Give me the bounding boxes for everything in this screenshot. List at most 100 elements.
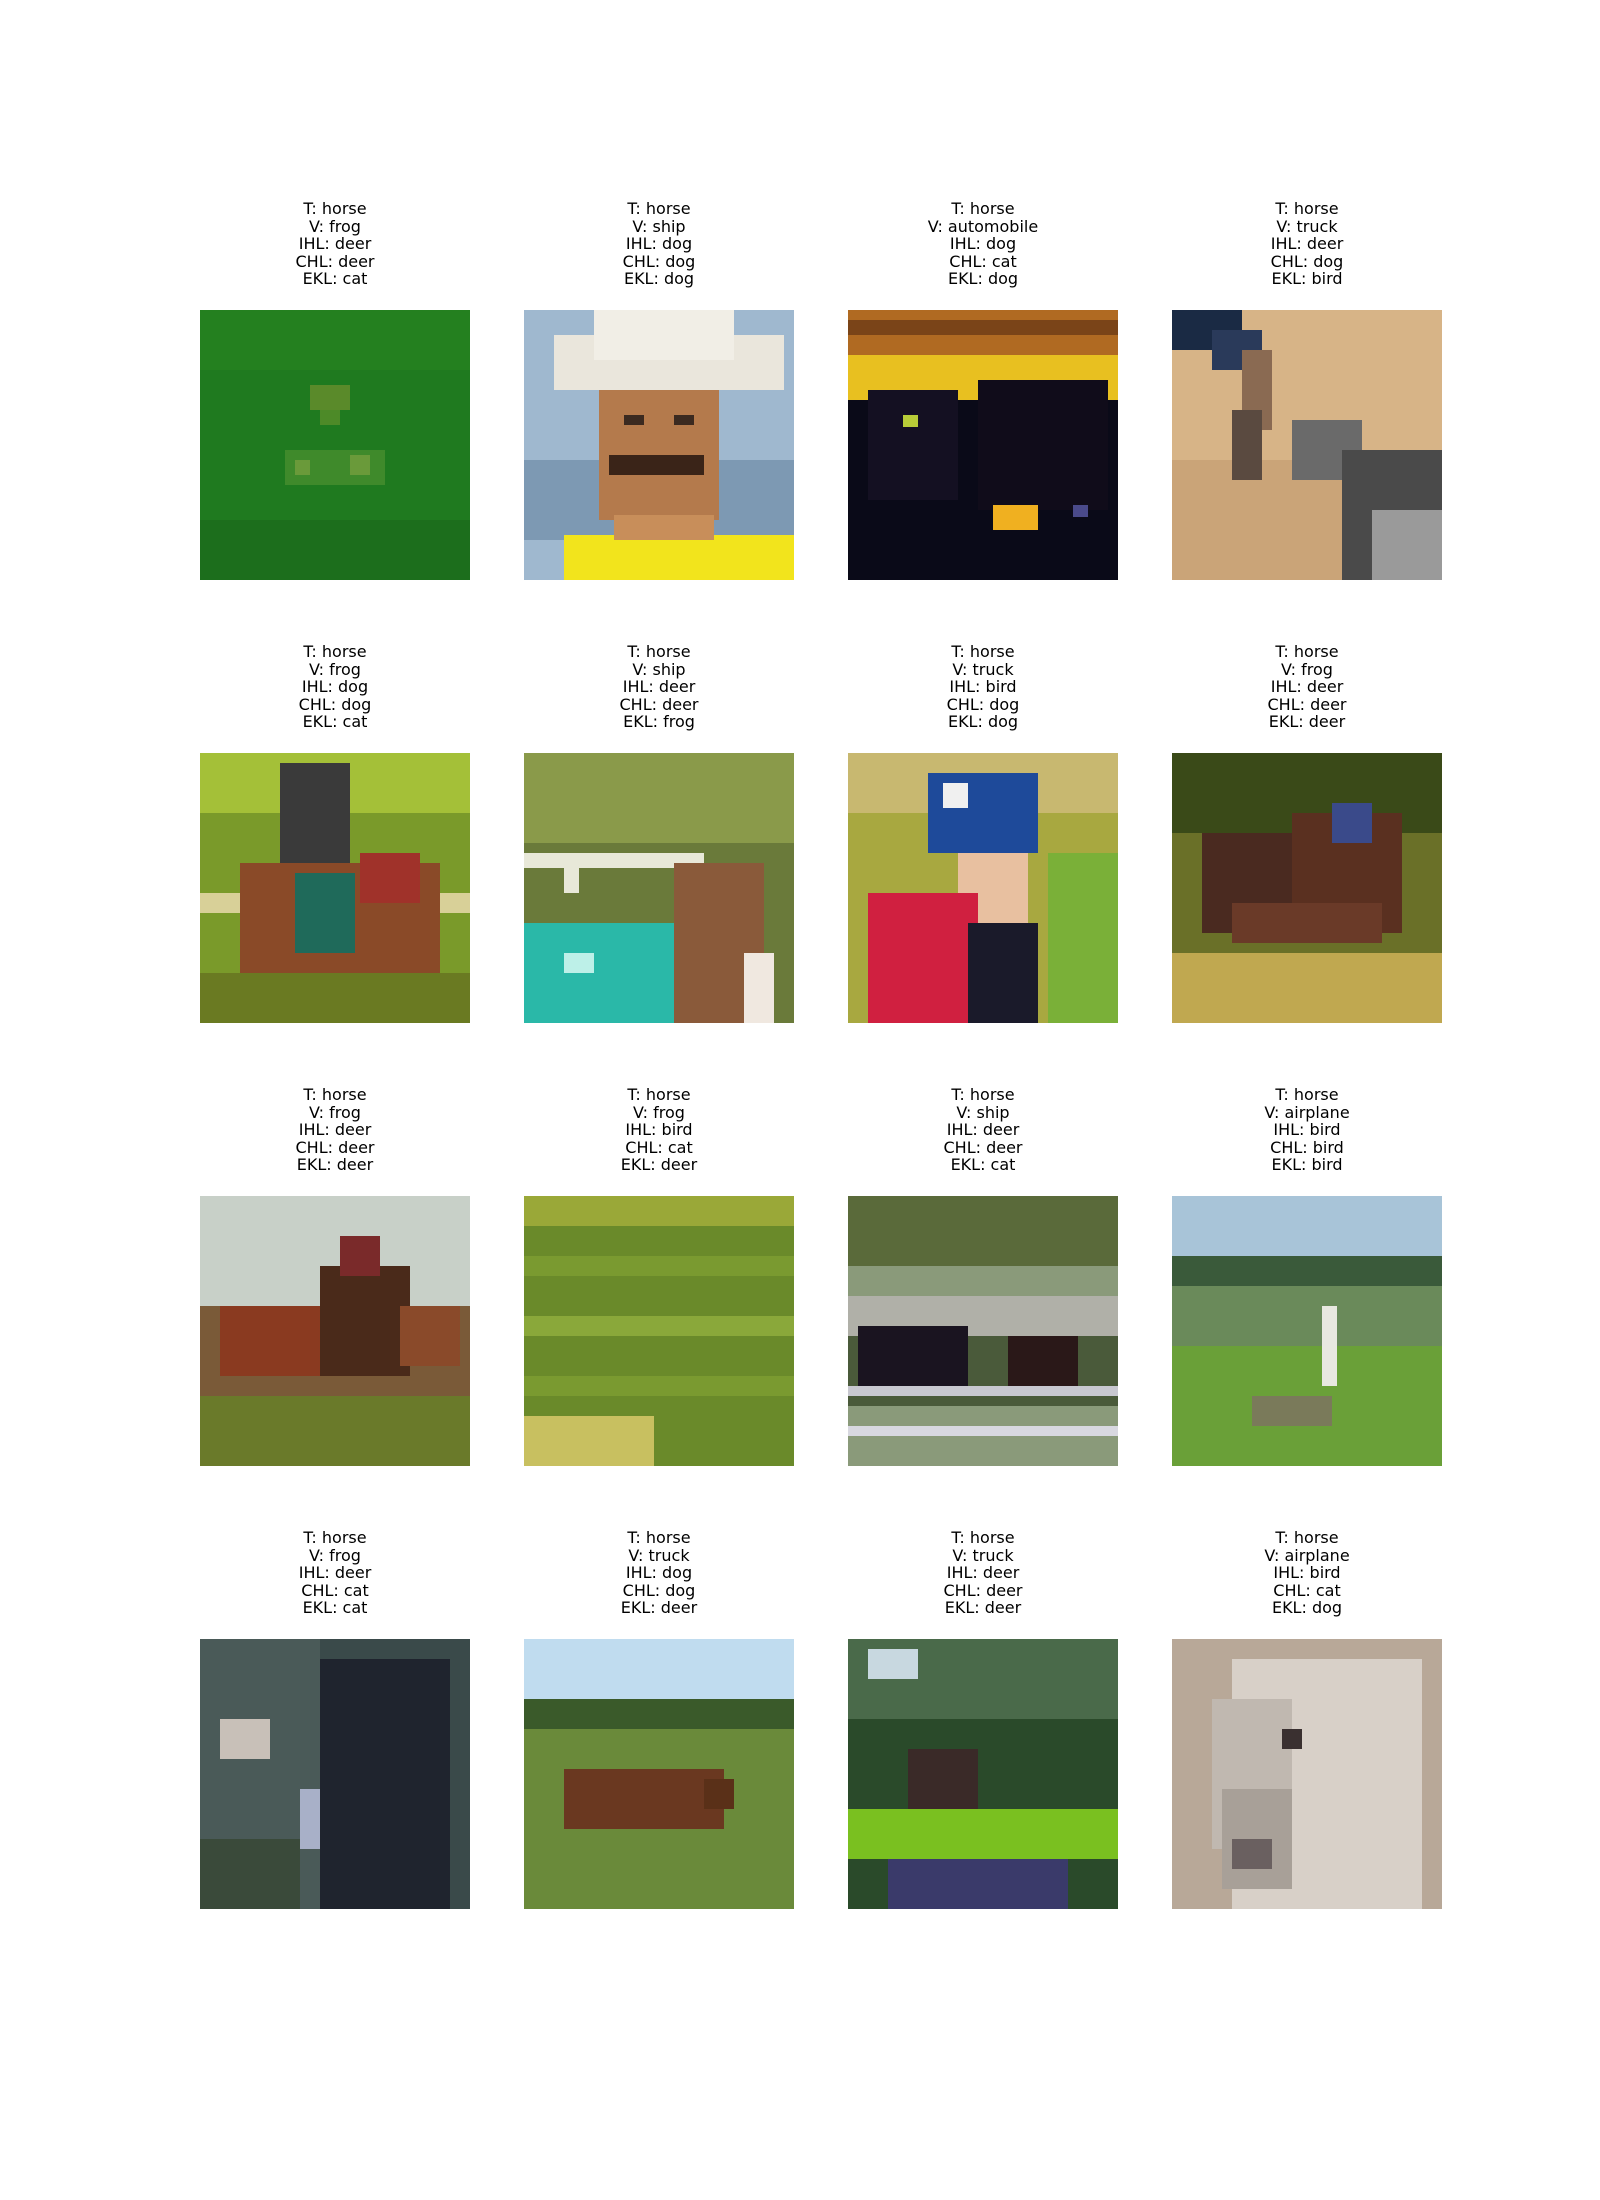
caption-v-label: V: truck xyxy=(952,659,1014,679)
grid-cell: T: horse V: ship IHL: deer CHL: deer EKL: ca… xyxy=(848,1086,1118,1466)
caption-ekl-label: EKL: cat xyxy=(302,269,368,289)
caption-t-label: T: horse xyxy=(1275,1085,1339,1104)
caption-chl-label: CHL: deer xyxy=(1267,694,1347,714)
caption-t-label: T: horse xyxy=(951,1085,1015,1104)
caption-ekl-label: EKL: dog xyxy=(947,712,1019,732)
cell-caption: T: horse V: frog IHL: dog CHL: dog EKL: cat xyxy=(200,643,470,743)
white-horse-head-image xyxy=(1172,1639,1442,1909)
grid-cell: T: horse V: ship IHL: dog CHL: dog EKL: dog xyxy=(524,200,794,580)
cell-caption: T: horse V: ship IHL: dog CHL: dog EKL: dog xyxy=(524,200,794,300)
grid-cell: T: horse V: truck IHL: deer CHL: dog EKL: bi… xyxy=(1172,200,1442,580)
hand-with-horse-image xyxy=(1172,310,1442,580)
caption-ekl-label: EKL: cat xyxy=(302,712,368,732)
caption-chl-label: CHL: dog xyxy=(1270,251,1344,271)
cell-caption: T: horse V: frog IHL: deer CHL: deer EKL: ca… xyxy=(200,200,470,300)
caption-ihl-label: IHL: dog xyxy=(301,677,369,697)
caption-t-label: T: horse xyxy=(1275,642,1339,661)
cell-caption: T: horse V: airplane IHL: bird CHL: bird EKL… xyxy=(1172,1086,1442,1186)
horses-in-brush-image xyxy=(1172,753,1442,1023)
caption-chl-label: CHL: dog xyxy=(946,694,1020,714)
caption-ihl-label: IHL: deer xyxy=(298,1563,372,1583)
grid-cell: T: horse V: frog IHL: deer CHL: deer EKL: de… xyxy=(200,1086,470,1466)
grid-cell: T: horse V: frog IHL: bird CHL: cat EKL: dee… xyxy=(524,1086,794,1466)
caption-ihl-label: IHL: bird xyxy=(949,677,1017,697)
caption-ihl-label: IHL: bird xyxy=(1273,1563,1341,1583)
caption-chl-label: CHL: deer xyxy=(295,1137,375,1157)
jockey-blue-helmet-image xyxy=(848,753,1118,1023)
pasture-landscape-image xyxy=(1172,1196,1442,1466)
caption-v-label: V: frog xyxy=(309,1102,361,1122)
caption-ihl-label: IHL: deer xyxy=(946,1120,1020,1140)
caption-v-label: V: frog xyxy=(1281,659,1333,679)
horse-in-foliage-image xyxy=(848,1639,1118,1909)
caption-t-label: T: horse xyxy=(303,1085,367,1104)
caption-ekl-label: EKL: deer xyxy=(296,1155,374,1175)
cell-caption: T: horse V: frog IHL: bird CHL: cat EKL: dee… xyxy=(524,1086,794,1186)
caption-t-label: T: horse xyxy=(303,1528,367,1547)
cell-caption: T: horse V: truck IHL: dog CHL: dog EKL: dee… xyxy=(524,1529,794,1629)
cell-caption: T: horse V: ship IHL: deer CHL: deer EKL: fr… xyxy=(524,643,794,743)
caption-ekl-label: EKL: deer xyxy=(944,1598,1022,1618)
caption-chl-label: CHL: cat xyxy=(301,1580,369,1600)
caption-ihl-label: IHL: deer xyxy=(298,1120,372,1140)
cell-caption: T: horse V: truck IHL: deer CHL: dog EKL: bi… xyxy=(1172,200,1442,300)
caption-ihl-label: IHL: deer xyxy=(1270,677,1344,697)
caption-chl-label: CHL: dog xyxy=(622,251,696,271)
caption-ihl-label: IHL: deer xyxy=(1270,234,1344,254)
cell-caption: T: horse V: truck IHL: deer CHL: deer EKL: d… xyxy=(848,1529,1118,1629)
caption-ekl-label: EKL: bird xyxy=(1271,1155,1343,1175)
caption-ekl-label: EKL: deer xyxy=(1268,712,1346,732)
horse-by-fence-image xyxy=(524,753,794,1023)
caption-t-label: T: horse xyxy=(303,199,367,218)
caption-chl-label: CHL: bird xyxy=(1270,1137,1344,1157)
grid-cell: T: horse V: truck IHL: deer CHL: deer EKL: d… xyxy=(848,1529,1118,1909)
caption-ihl-label: IHL: deer xyxy=(622,677,696,697)
caption-t-label: T: horse xyxy=(627,1528,691,1547)
dark-horse-in-woods-image xyxy=(200,1639,470,1909)
cell-caption: T: horse V: frog IHL: deer CHL: cat EKL: cat xyxy=(200,1529,470,1629)
caption-ekl-label: EKL: cat xyxy=(302,1598,368,1618)
caption-v-label: V: ship xyxy=(632,659,686,679)
horses-behind-fence-image xyxy=(848,1196,1118,1466)
dark-horse-silhouette-image xyxy=(848,310,1118,580)
grid-cell: T: horse V: frog IHL: dog CHL: dog EKL: cat xyxy=(200,643,470,1023)
horse-lying-in-field-image xyxy=(524,1639,794,1909)
caption-v-label: V: frog xyxy=(309,659,361,679)
cell-caption: T: horse V: frog IHL: deer CHL: deer EKL: de… xyxy=(1172,643,1442,743)
caption-v-label: V: ship xyxy=(956,1102,1010,1122)
caption-chl-label: CHL: deer xyxy=(943,1580,1023,1600)
caption-ihl-label: IHL: deer xyxy=(298,234,372,254)
horses-running-image xyxy=(200,1196,470,1466)
caption-t-label: T: horse xyxy=(951,1528,1015,1547)
caption-v-label: V: airplane xyxy=(1264,1102,1350,1122)
caption-ihl-label: IHL: bird xyxy=(625,1120,693,1140)
caption-ihl-label: IHL: dog xyxy=(625,234,693,254)
caption-v-label: V: frog xyxy=(309,216,361,236)
caption-ekl-label: EKL: deer xyxy=(620,1155,698,1175)
grid-cell: T: horse V: ship IHL: deer CHL: deer EKL: fr… xyxy=(524,643,794,1023)
caption-v-label: V: airplane xyxy=(1264,1545,1350,1565)
caption-chl-label: CHL: dog xyxy=(298,694,372,714)
caption-chl-label: CHL: cat xyxy=(625,1137,693,1157)
caption-chl-label: CHL: deer xyxy=(295,251,375,271)
cell-caption: T: horse V: truck IHL: bird CHL: dog EKL: do… xyxy=(848,643,1118,743)
caption-v-label: V: frog xyxy=(633,1102,685,1122)
caption-chl-label: CHL: cat xyxy=(949,251,1017,271)
caption-v-label: V: ship xyxy=(632,216,686,236)
cell-caption: T: horse V: frog IHL: deer CHL: deer EKL: de… xyxy=(200,1086,470,1186)
caption-t-label: T: horse xyxy=(951,642,1015,661)
cell-caption: T: horse V: airplane IHL: bird CHL: cat EKL:… xyxy=(1172,1529,1442,1629)
caption-t-label: T: horse xyxy=(1275,1528,1339,1547)
caption-t-label: T: horse xyxy=(627,199,691,218)
caption-v-label: V: truck xyxy=(628,1545,690,1565)
caption-t-label: T: horse xyxy=(951,199,1015,218)
green-textured-image xyxy=(200,310,470,580)
cell-caption: T: horse V: ship IHL: deer CHL: deer EKL: ca… xyxy=(848,1086,1118,1186)
caption-ekl-label: EKL: dog xyxy=(947,269,1019,289)
caption-chl-label: CHL: cat xyxy=(1273,1580,1341,1600)
grid-cell: T: horse V: airplane IHL: bird CHL: bird EKL… xyxy=(1172,1086,1442,1466)
caption-ekl-label: EKL: deer xyxy=(620,1598,698,1618)
caption-v-label: V: frog xyxy=(309,1545,361,1565)
caption-chl-label: CHL: dog xyxy=(622,1580,696,1600)
caption-ihl-label: IHL: dog xyxy=(625,1563,693,1583)
